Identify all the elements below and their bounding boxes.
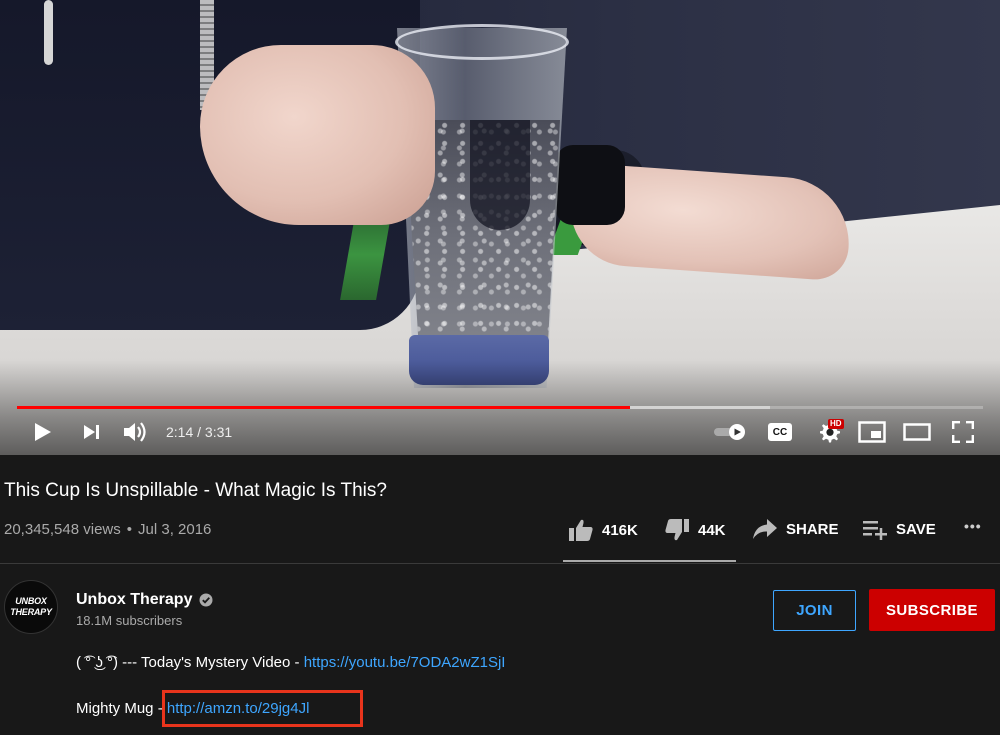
share-label: SHARE bbox=[786, 520, 839, 538]
theater-mode-button[interactable] bbox=[900, 418, 934, 446]
join-button[interactable]: JOIN bbox=[773, 590, 856, 631]
thumbs-down-icon bbox=[665, 519, 689, 541]
verified-badge-icon bbox=[199, 593, 213, 607]
miniplayer-button[interactable] bbox=[856, 418, 888, 446]
play-icon bbox=[35, 423, 51, 441]
volume-icon bbox=[124, 422, 146, 442]
more-actions-button[interactable]: ••• bbox=[964, 518, 982, 534]
subscribe-button[interactable]: SUBSCRIBE bbox=[869, 589, 995, 631]
mystery-video-link[interactable]: https://youtu.be/7ODA2wZ1SjI bbox=[304, 654, 506, 671]
channel-name-link[interactable]: Unbox Therapy bbox=[76, 591, 213, 609]
section-divider bbox=[0, 563, 1000, 564]
description-line-1: ( ͡° ͜ʖ ͡°) --- Today's Mystery Video - … bbox=[76, 654, 505, 671]
meta-separator: • bbox=[126, 521, 133, 538]
add-to-playlist-icon bbox=[863, 521, 887, 540]
fullscreen-icon bbox=[952, 421, 974, 443]
channel-avatar[interactable]: UNBOX THERAPY bbox=[4, 580, 58, 634]
next-icon bbox=[84, 425, 99, 439]
autoplay-toggle[interactable] bbox=[712, 422, 748, 442]
miniplayer-icon bbox=[858, 421, 886, 443]
autoplay-toggle-icon bbox=[714, 424, 745, 440]
share-icon bbox=[753, 519, 777, 539]
share-button[interactable]: SHARE bbox=[752, 518, 839, 540]
time-display: 2:14 / 3:31 bbox=[166, 424, 233, 440]
video-player[interactable]: 2:14 / 3:31 CC HD bbox=[0, 0, 1000, 455]
like-button[interactable]: 416K bbox=[568, 518, 638, 542]
progress-played bbox=[17, 406, 631, 409]
like-count: 416K bbox=[602, 521, 638, 539]
captions-icon: CC bbox=[768, 423, 792, 441]
thumbs-up-icon bbox=[569, 519, 593, 541]
view-count: 20,345,548 views bbox=[4, 521, 121, 538]
video-title: This Cup Is Unspillable - What Magic Is … bbox=[4, 480, 387, 501]
settings-button[interactable]: HD bbox=[812, 418, 846, 446]
subscriber-count: 18.1M subscribers bbox=[76, 613, 183, 628]
sentiment-bar bbox=[563, 560, 736, 562]
channel-name: Unbox Therapy bbox=[76, 591, 193, 608]
dislike-button[interactable]: 44K bbox=[664, 518, 726, 542]
dislike-count: 44K bbox=[698, 521, 726, 539]
description-text: ( ͡° ͜ʖ ͡°) --- Today's Mystery Video - bbox=[76, 654, 304, 671]
save-label: SAVE bbox=[896, 520, 936, 538]
more-icon: ••• bbox=[964, 518, 982, 534]
volume-button[interactable] bbox=[120, 416, 152, 448]
video-meta: 20,345,548 views • Jul 3, 2016 bbox=[4, 521, 211, 538]
save-button[interactable]: SAVE bbox=[862, 518, 936, 540]
fullscreen-button[interactable] bbox=[948, 418, 978, 446]
captions-button[interactable]: CC bbox=[766, 420, 794, 444]
annotation-highlight-box bbox=[162, 690, 363, 727]
theater-icon bbox=[903, 423, 931, 441]
hd-badge: HD bbox=[828, 419, 844, 429]
upload-date: Jul 3, 2016 bbox=[138, 521, 212, 538]
next-button[interactable] bbox=[78, 418, 106, 446]
play-button[interactable] bbox=[28, 418, 58, 446]
progress-bar[interactable] bbox=[17, 406, 983, 409]
description-text: Mighty Mug - bbox=[76, 700, 167, 717]
